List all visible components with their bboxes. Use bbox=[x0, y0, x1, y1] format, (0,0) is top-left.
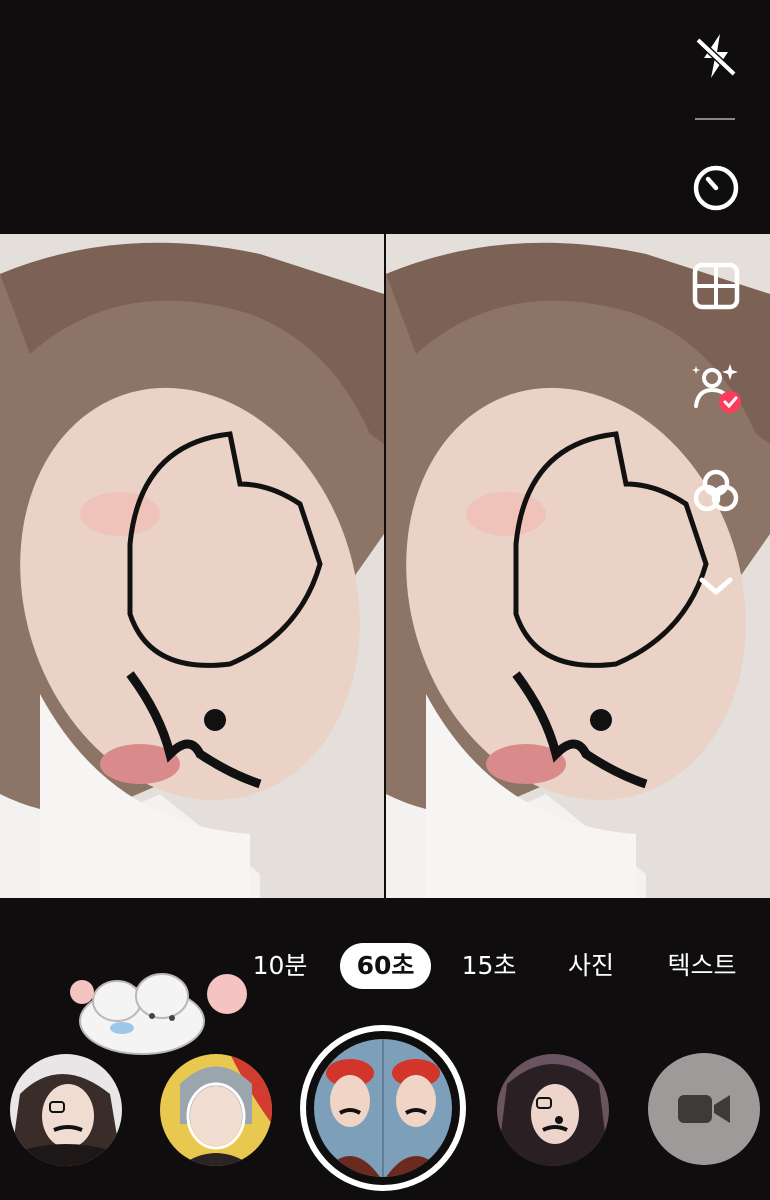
more-tools-button[interactable] bbox=[690, 560, 742, 612]
capture-mode-tabs: 10분 60초 15초 사진 텍스트 bbox=[0, 938, 770, 992]
check-badge-icon bbox=[719, 391, 741, 413]
beauty-effect-button[interactable] bbox=[690, 362, 742, 414]
capture-button[interactable] bbox=[300, 1025, 466, 1191]
flash-off-icon bbox=[695, 34, 737, 78]
flash-toggle-button[interactable] bbox=[690, 30, 742, 82]
video-camera-icon bbox=[678, 1095, 730, 1123]
people-sparkle-icon bbox=[692, 364, 741, 413]
timer-button[interactable] bbox=[690, 160, 742, 212]
layout-button[interactable] bbox=[690, 260, 742, 312]
effect-thumbnail-2[interactable] bbox=[160, 1054, 272, 1166]
face-preview-image bbox=[0, 234, 384, 898]
effect-doodle-cat-icon bbox=[10, 1054, 122, 1166]
timer-icon bbox=[693, 165, 739, 211]
preview-pane-left bbox=[0, 234, 384, 898]
chevron-down-icon bbox=[699, 577, 733, 595]
effect-red-cap-duo-icon bbox=[314, 1039, 452, 1177]
camera-preview[interactable] bbox=[0, 234, 770, 898]
effect-thumbnail-4[interactable] bbox=[497, 1054, 609, 1166]
effect-shark-hood-icon bbox=[160, 1054, 272, 1166]
mode-tab-photo[interactable]: 사진 bbox=[560, 943, 622, 989]
layout-grid-icon bbox=[692, 262, 740, 310]
selected-effect-thumbnail bbox=[314, 1039, 452, 1177]
toolbar-divider bbox=[695, 118, 735, 120]
effect-doodle-mustache-icon bbox=[497, 1054, 609, 1166]
mode-tab-10min[interactable]: 10분 bbox=[248, 943, 312, 989]
mode-tab-60sec[interactable]: 60초 bbox=[340, 943, 431, 989]
record-video-button[interactable] bbox=[648, 1053, 760, 1165]
mode-tab-text[interactable]: 텍스트 bbox=[662, 943, 742, 989]
mode-tab-15sec[interactable]: 15초 bbox=[456, 943, 522, 989]
filters-button[interactable] bbox=[690, 466, 742, 518]
filters-icon bbox=[693, 469, 739, 512]
effect-thumbnail-1[interactable] bbox=[10, 1054, 122, 1166]
